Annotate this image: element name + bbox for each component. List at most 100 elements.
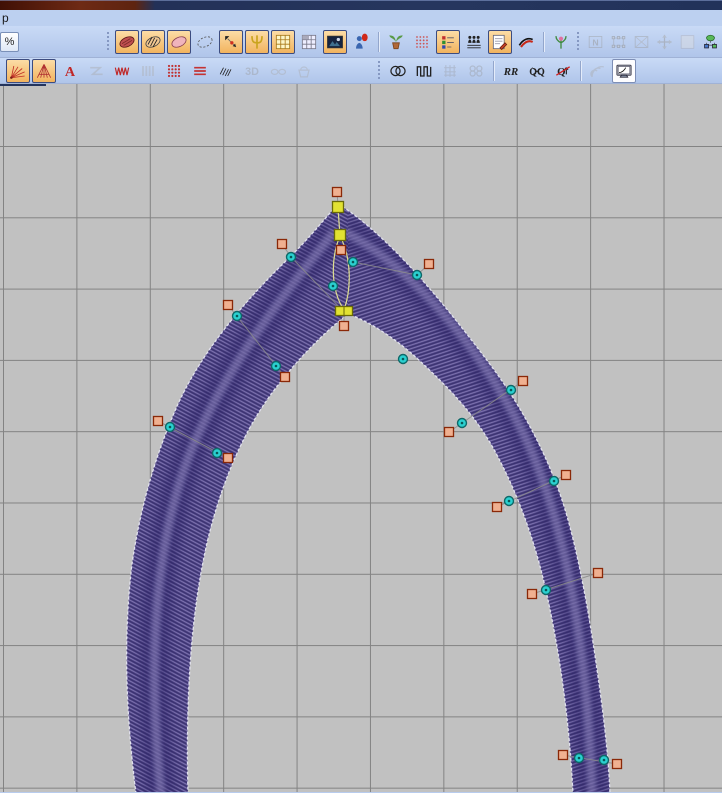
bitmap-view-button[interactable] — [323, 29, 347, 54]
mirror-qq-tool-button[interactable]: QQ — [525, 59, 549, 83]
angle-handle-node[interactable] — [338, 320, 350, 332]
flower-pot-tool-button[interactable] — [384, 30, 408, 54]
window-titlebar — [0, 0, 722, 10]
reshape-tool-button[interactable] — [219, 29, 243, 54]
svg-text:N: N — [592, 37, 598, 47]
grid-tool-button[interactable] — [271, 29, 295, 54]
e-stitch-icon — [114, 67, 130, 75]
weave-tool-button — [438, 59, 462, 83]
angle-handle-node[interactable] — [276, 238, 288, 250]
toolbar-drag-handle[interactable] — [575, 31, 582, 52]
angle-handle-node[interactable] — [611, 758, 623, 770]
group-objects-tool-button[interactable] — [700, 31, 721, 53]
curve-node-center — [215, 451, 219, 455]
pattern-fill-button[interactable] — [162, 59, 186, 83]
curve-node-center — [351, 260, 355, 264]
design-canvas[interactable] — [0, 84, 722, 792]
dot-fill-tool-button[interactable] — [410, 30, 434, 54]
toolbar-group-stitch-types: A 3D — [0, 58, 317, 83]
embroidery-design — [126, 186, 623, 792]
frame-pattern-tool-button — [631, 31, 652, 53]
satin-stitch-button[interactable] — [188, 59, 212, 83]
svg-text:3D: 3D — [245, 66, 259, 78]
grid-options-button[interactable] — [297, 30, 321, 54]
angle-handle-node[interactable] — [152, 415, 164, 427]
square-wave-tool-icon — [416, 65, 432, 77]
toolbar-drag-handle[interactable] — [376, 60, 383, 81]
mirror-rr-tool-button[interactable]: RR — [499, 59, 523, 83]
stitch-sequence-tool-icon — [467, 35, 481, 48]
satin-band[interactable] — [126, 203, 611, 792]
petal-fill-button[interactable] — [115, 29, 139, 54]
screen-preview-tool-button[interactable] — [612, 58, 636, 83]
plant-tool-button[interactable] — [549, 30, 573, 54]
menu-item-help-tail[interactable]: p — [2, 11, 9, 25]
angle-handle-node[interactable] — [443, 426, 455, 438]
rings-tool-button[interactable] — [386, 59, 410, 83]
color-object-list-button[interactable] — [436, 29, 460, 54]
curve-node-center — [274, 364, 278, 368]
angle-handle-node[interactable] — [491, 501, 503, 513]
lettering-tool-button[interactable]: A — [58, 59, 82, 83]
petal-hatch-fill-button[interactable] — [141, 29, 165, 54]
curve-node-center — [552, 479, 556, 483]
radial-stitch-button[interactable] — [6, 58, 30, 83]
run-outline-button[interactable] — [193, 30, 217, 54]
eyeglasses-tool-button — [266, 59, 290, 83]
color-object-list-icon — [442, 35, 454, 49]
svg-text:A: A — [65, 64, 76, 80]
zigzag-stitch-button — [84, 59, 108, 83]
column-stitch-button — [136, 59, 160, 83]
rings-tool-icon — [390, 65, 406, 76]
weave-tool-icon — [444, 64, 456, 77]
figure-balloon-tool-icon — [356, 33, 368, 49]
branching-tool-button[interactable] — [245, 29, 269, 54]
curve-node-center — [577, 756, 581, 760]
angle-handle-node[interactable] — [517, 375, 529, 387]
basket-tool-button — [292, 59, 316, 83]
toolbar-separator — [493, 60, 494, 81]
angle-handle-node[interactable] — [335, 244, 347, 256]
e-stitch-button[interactable] — [110, 59, 134, 83]
auto-jump-toggle-button[interactable]: Q — [551, 59, 575, 83]
curve-node-center — [168, 425, 172, 429]
curve-node-center — [415, 273, 419, 277]
screen-preview-tool-icon — [616, 64, 632, 78]
curve-node-center — [289, 255, 293, 259]
angle-handle-node[interactable] — [526, 588, 538, 600]
angle-handle-node[interactable] — [279, 371, 291, 383]
curve-node-center — [331, 284, 335, 288]
run-outline-icon — [197, 35, 213, 48]
eyeglasses-tool-icon — [270, 68, 287, 75]
frame-pattern-tool-icon — [634, 35, 649, 48]
angle-handle-node[interactable] — [222, 452, 234, 464]
angle-handle-node[interactable] — [331, 186, 343, 198]
angle-handle-node[interactable] — [557, 749, 569, 761]
toolbar-separator — [543, 31, 544, 52]
selected-corner-node[interactable] — [333, 228, 347, 242]
stitch-sequence-tool-button[interactable] — [462, 30, 486, 54]
angle-handle-node[interactable] — [423, 258, 435, 270]
angle-handle-node[interactable] — [222, 299, 234, 311]
swoosh-tool-button[interactable] — [514, 30, 538, 54]
curve-node-center — [235, 314, 239, 318]
selected-corner-node[interactable] — [331, 200, 345, 214]
curve-node-center — [401, 357, 405, 361]
petal-outline-button[interactable] — [167, 29, 191, 54]
three-d-effect-button: 3D — [240, 59, 264, 83]
frame-handles-tool-icon — [611, 35, 626, 48]
toolbar-drag-handle[interactable] — [105, 31, 112, 52]
angle-handle-node[interactable] — [560, 469, 572, 481]
zoom-percent-field[interactable]: % — [0, 31, 19, 52]
contour-stitch-button[interactable] — [32, 58, 56, 83]
angle-handle-node[interactable] — [592, 567, 604, 579]
radial-stitch-icon — [10, 65, 25, 79]
figure-balloon-tool-button[interactable] — [349, 30, 373, 54]
object-properties-button[interactable] — [488, 29, 512, 54]
dot-fill-tool-icon — [416, 35, 428, 48]
curve-node-center — [507, 499, 511, 503]
cross-hatch-stitch-button[interactable] — [214, 59, 238, 83]
blank-frame-tool-icon — [680, 34, 695, 49]
square-wave-tool-button[interactable] — [412, 59, 436, 83]
reshape-tool-icon — [225, 35, 237, 47]
